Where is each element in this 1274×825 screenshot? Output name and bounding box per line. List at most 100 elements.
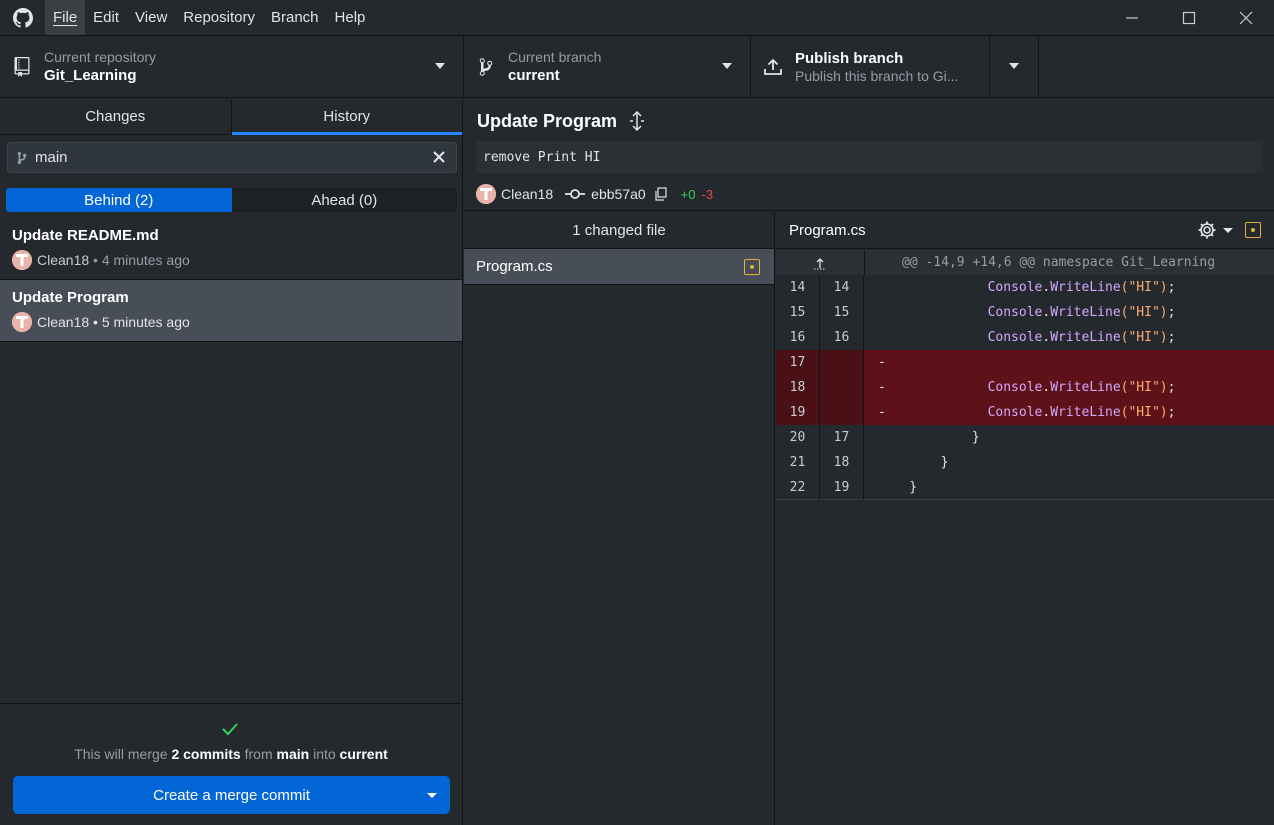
maximize-button[interactable] <box>1160 0 1217 35</box>
maximize-icon <box>1182 11 1195 24</box>
avatar <box>12 312 32 332</box>
menu-view-label: View <box>135 9 168 26</box>
merge-panel: This will merge 2 commits from main into… <box>0 703 462 825</box>
code-object: Console <box>987 305 1043 320</box>
publish-desc: Publish this branch to Gi... <box>795 68 959 84</box>
menu-repository[interactable]: Repository <box>175 0 263 35</box>
changed-files-header: 1 changed file <box>464 212 774 249</box>
code-prefix: } <box>878 479 918 495</box>
clear-filter-button[interactable] <box>432 150 446 167</box>
file-item[interactable]: Program.cs <box>464 249 774 285</box>
code-args: ("HI") <box>1120 405 1168 420</box>
diff-header: Program.cs <box>776 212 1274 249</box>
diff-line-context[interactable]: 16 16 Console.WriteLine("HI"); <box>776 325 1274 350</box>
merge-text-1: This will merge <box>74 746 172 762</box>
expand-up-icon[interactable] <box>776 250 865 275</box>
new-line-number: 18 <box>820 450 864 475</box>
new-line-number: 15 <box>820 300 864 325</box>
behind-button[interactable]: Behind (2) <box>6 188 232 212</box>
diff-lines: @@ -14,9 +14,6 @@ namespace Git_Learning… <box>776 250 1274 500</box>
branch-selector[interactable]: Current branch current <box>464 36 751 98</box>
line-code: Console.WriteLine("HI"); <box>864 300 1274 325</box>
old-line-number: 20 <box>776 425 820 450</box>
behind-label: Behind (2) <box>84 191 154 209</box>
tab-history-label: History <box>323 108 371 125</box>
commit-author: Clean18 <box>37 252 90 268</box>
list-item[interactable]: Update Program Clean18 • 5 minutes ago <box>0 280 462 342</box>
new-line-number: 17 <box>820 425 864 450</box>
diff-line-context[interactable]: 21 18 } <box>776 450 1274 475</box>
diff-line-deleted[interactable]: 17 - <box>776 350 1274 375</box>
code-method: WriteLine <box>1050 380 1121 395</box>
code-method: WriteLine <box>1050 305 1121 320</box>
sidebar: Changes History Behind (2) Ahead (0) Upd… <box>0 99 463 825</box>
list-item[interactable]: Update README.md Clean18 • 4 minutes ago <box>0 218 462 280</box>
diff-line-context[interactable]: 20 17 } <box>776 425 1274 450</box>
close-window-button[interactable] <box>1217 0 1274 35</box>
diff-hunk-header: @@ -14,9 +14,6 @@ namespace Git_Learning <box>776 250 1274 275</box>
code-end: ; <box>1167 405 1176 420</box>
diff-settings-button[interactable] <box>1197 220 1233 240</box>
new-line-number: 16 <box>820 325 864 350</box>
tab-changes[interactable]: Changes <box>0 99 232 134</box>
old-line-number: 17 <box>776 350 820 375</box>
new-line-number <box>820 400 864 425</box>
menu-help-label: Help <box>334 9 366 26</box>
merge-button-label: Create a merge commit <box>153 786 310 804</box>
code-prefix: - <box>878 380 988 395</box>
commit-title: Update README.md <box>12 227 159 244</box>
chevron-down-icon <box>1223 227 1233 233</box>
code-args: ("HI") <box>1120 380 1168 395</box>
repository-selector[interactable]: Current repository Git_Learning <box>0 36 464 98</box>
close-icon <box>1239 11 1252 24</box>
code-prefix: } <box>878 430 980 445</box>
code-object: Console <box>987 330 1043 345</box>
commit-sha[interactable]: ebb57a0 <box>591 186 646 202</box>
menu-branch[interactable]: Branch <box>263 0 327 35</box>
merge-target: current <box>339 746 388 762</box>
branch-filter-input[interactable] <box>35 149 415 166</box>
github-icon <box>0 0 45 35</box>
tab-changes-label: Changes <box>85 108 146 125</box>
tab-history[interactable]: History <box>231 99 463 135</box>
menu-help[interactable]: Help <box>327 0 374 35</box>
diff-line-context[interactable]: 22 19 } <box>776 474 1274 500</box>
title-bar: File Edit View Repository Branch Help <box>0 0 1274 35</box>
menu-file-label: File <box>53 9 78 26</box>
diff-line-context[interactable]: 14 14 Console.WriteLine("HI"); <box>776 275 1274 300</box>
check-icon <box>221 722 239 739</box>
publish-title: Publish branch <box>795 50 904 67</box>
diff-view: Program.cs @@ -14,9 +14,6 @@ namespace G… <box>776 212 1274 825</box>
close-icon <box>433 151 445 163</box>
menu-file[interactable]: File <box>45 0 86 35</box>
publish-branch-button[interactable]: Publish branch Publish this branch to Gi… <box>751 36 990 98</box>
diff-line-deleted[interactable]: 18 - Console.WriteLine("HI"); <box>776 375 1274 400</box>
commit-meta: Clean18 ebb57a0 +0 -3 <box>476 184 713 204</box>
code-prefix: - <box>878 355 886 370</box>
toolbar: Current repository Git_Learning Current … <box>0 35 1274 98</box>
code-prefix <box>878 280 988 295</box>
code-end: ; <box>1167 380 1176 395</box>
diff-file-name: Program.cs <box>789 221 866 239</box>
menu-view[interactable]: View <box>127 0 175 35</box>
window-controls <box>1103 0 1274 35</box>
new-line-number <box>820 375 864 400</box>
line-code: Console.WriteLine("HI"); <box>864 325 1274 350</box>
commit-summary: Update Program remove Print HI Clean18 e… <box>464 99 1274 211</box>
branch-name: current <box>508 67 560 84</box>
diff-line-context[interactable]: 15 15 Console.WriteLine("HI"); <box>776 300 1274 325</box>
minimize-button[interactable] <box>1103 0 1160 35</box>
copy-icon[interactable] <box>654 187 667 201</box>
code-object: Console <box>987 380 1043 395</box>
upload-icon <box>751 57 795 77</box>
diff-line-deleted[interactable]: 19 - Console.WriteLine("HI"); <box>776 400 1274 425</box>
ahead-button[interactable]: Ahead (0) <box>231 188 457 212</box>
create-merge-commit-button[interactable]: Create a merge commit <box>13 776 450 814</box>
chevron-down-icon <box>722 63 732 69</box>
menu-edit[interactable]: Edit <box>85 0 127 35</box>
chevron-down-icon[interactable] <box>427 793 437 798</box>
publish-dropdown-button[interactable] <box>990 36 1039 98</box>
expand-icon[interactable] <box>627 110 647 134</box>
git-branch-icon <box>464 57 508 77</box>
separator: • <box>89 314 102 330</box>
